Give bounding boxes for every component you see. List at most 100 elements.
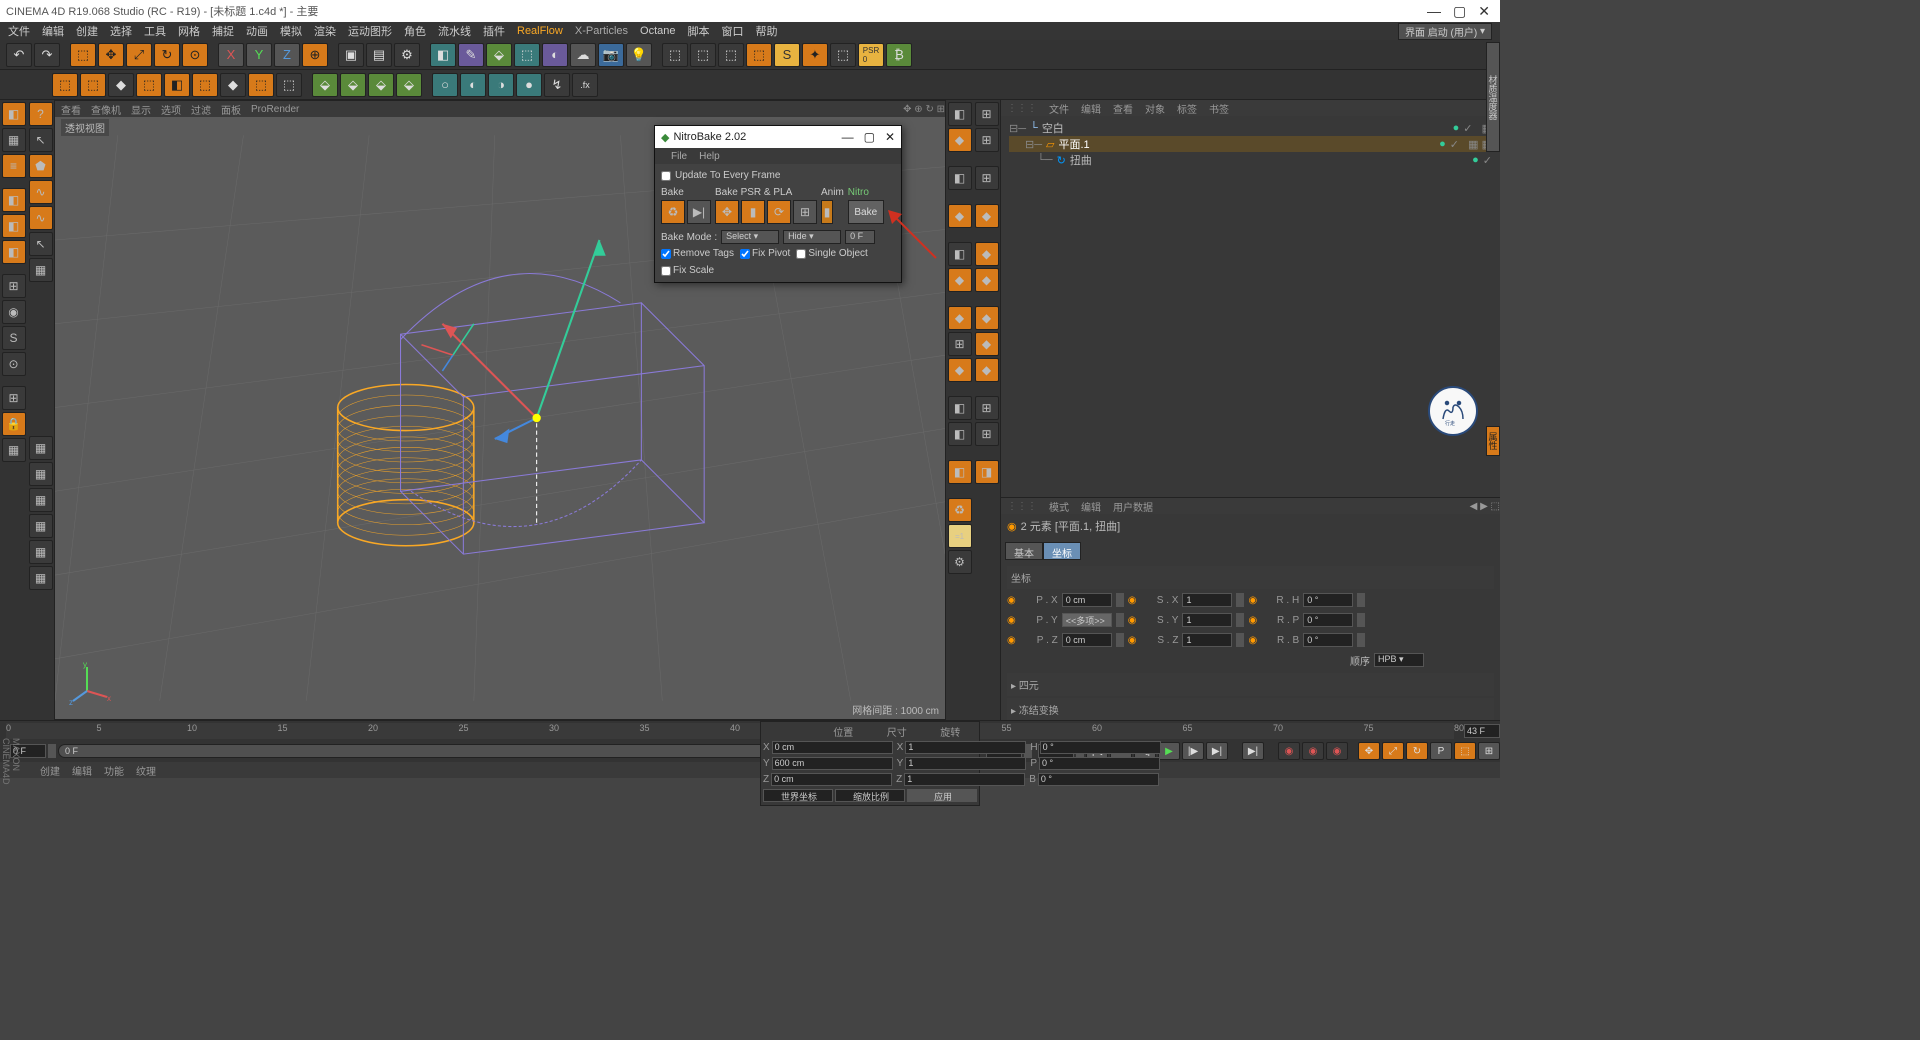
rc1-1[interactable]: ◧ [948, 102, 972, 126]
rc2-6[interactable]: ◆ [975, 268, 999, 292]
plugin-btn-4[interactable]: ⬚ [746, 43, 772, 67]
bake-hide-select[interactable]: Hide ▾ [783, 230, 841, 244]
key-btn-p[interactable]: P [1430, 742, 1452, 760]
key-btn-1[interactable]: ✥ [1358, 742, 1380, 760]
rc1-14[interactable]: =1 [948, 524, 972, 548]
current-frame-input[interactable] [1464, 724, 1500, 738]
lc2-btn-10[interactable]: ▦ [29, 488, 53, 512]
rc1-8[interactable]: ⊞ [948, 332, 972, 356]
lc2-btn-7[interactable]: ▦ [29, 258, 53, 282]
nurbs-button[interactable]: ⬙ [486, 43, 512, 67]
mode-button-12[interactable]: ▦ [2, 438, 26, 462]
menu-mograph[interactable]: 运动图形 [348, 23, 392, 39]
nitrobake-dialog[interactable]: ◆ NitroBake 2.02 — ▢ ✕ File Help Update … [654, 125, 902, 283]
plugin-psr[interactable]: PSR0 [858, 43, 884, 67]
plugin-btn-s[interactable]: S [774, 43, 800, 67]
menu-xparticles[interactable]: X-Particles [575, 25, 628, 37]
rc2-7[interactable]: ◆ [975, 306, 999, 330]
menu-tools[interactable]: 工具 [144, 23, 166, 39]
dialog-titlebar[interactable]: ◆ NitroBake 2.02 — ▢ ✕ [655, 126, 901, 148]
rc1-3[interactable]: ◧ [948, 166, 972, 190]
dlg-minimize-icon[interactable]: — [842, 130, 854, 144]
plugin-btn-3[interactable]: ⬚ [718, 43, 744, 67]
rc2-10[interactable]: ⊞ [975, 396, 999, 420]
menu-render[interactable]: 渲染 [314, 23, 336, 39]
rc1-13[interactable]: ♻ [948, 498, 972, 522]
key-btn-2[interactable]: ⤢ [1382, 742, 1404, 760]
plugin-btn-6[interactable]: ⬚ [830, 43, 856, 67]
key-btn-4[interactable]: ⬚ [1454, 742, 1476, 760]
next-frame-button[interactable]: |▶ [1182, 742, 1204, 760]
tree-item-plane[interactable]: ⊟─▱ 平面.1 ●✓ ▦ ▦ [1009, 136, 1492, 152]
coord-group-2[interactable]: ▸ 冻结变换 [1007, 698, 1494, 720]
tb2-btn-17[interactable]: ● [516, 73, 542, 97]
rc2-1[interactable]: ⊞ [975, 102, 999, 126]
tb2-btn-8[interactable]: ⬚ [248, 73, 274, 97]
key-btn-5[interactable]: ⊞ [1478, 742, 1500, 760]
tb2-btn-2[interactable]: ⬚ [80, 73, 106, 97]
rc1-2[interactable]: ◆ [948, 128, 972, 152]
lc2-btn-5[interactable]: ∿ [29, 206, 53, 230]
plugin-btn-1[interactable]: ⬚ [662, 43, 688, 67]
camera-button[interactable]: 📷 [598, 43, 624, 67]
axis-x-button[interactable]: X [218, 43, 244, 67]
tb2-btn-18[interactable]: ↯ [544, 73, 570, 97]
tb2-btn-16[interactable]: ◑ [488, 73, 514, 97]
redo-button[interactable]: ↷ [34, 43, 60, 67]
fix-pivot-checkbox[interactable]: Fix Pivot [740, 248, 790, 259]
tb2-btn-5[interactable]: ◧ [164, 73, 190, 97]
attr-tab-coord[interactable]: 坐标 [1043, 542, 1081, 560]
menu-mesh[interactable]: 网格 [178, 23, 200, 39]
lc2-btn-6[interactable]: ↖ [29, 232, 53, 256]
menu-script[interactable]: 脚本 [688, 23, 710, 39]
tb2-btn-7[interactable]: ◆ [220, 73, 246, 97]
rc2-8[interactable]: ◆ [975, 332, 999, 356]
tb2-btn-3[interactable]: ◆ [108, 73, 134, 97]
tb2-btn-11[interactable]: ⬙ [340, 73, 366, 97]
tb2-btn-4[interactable]: ⬚ [136, 73, 162, 97]
mode-button-10[interactable]: ⊞ [2, 386, 26, 410]
mode-button-9[interactable]: ⊙ [2, 352, 26, 376]
environment-button[interactable]: ☁ [570, 43, 596, 67]
menu-create[interactable]: 创建 [76, 23, 98, 39]
mode-button-11[interactable]: 🔒 [2, 412, 26, 436]
minimize-icon[interactable]: — [1427, 3, 1441, 20]
remove-tags-checkbox[interactable]: Remove Tags [661, 248, 734, 259]
viewport-nav-icons[interactable]: ✥ ⊕ ↻ ⊞ [903, 104, 945, 115]
rc2-11[interactable]: ⊞ [975, 422, 999, 446]
rc1-7[interactable]: ◆ [948, 306, 972, 330]
psr-icon-2[interactable]: ▮ [741, 200, 765, 224]
menu-snap[interactable]: 捕捉 [212, 23, 234, 39]
mode-button-5[interactable]: ◧ [2, 214, 26, 238]
tb2-btn-fx[interactable]: .fx [572, 73, 598, 97]
scale-tool[interactable]: ⤢ [126, 43, 152, 67]
bake-mode-select[interactable]: Select ▾ [721, 230, 779, 244]
dlg-maximize-icon[interactable]: ▢ [864, 130, 875, 144]
rc2-9[interactable]: ◆ [975, 358, 999, 382]
right-tab-material[interactable]: 材质温度器 [1486, 42, 1500, 152]
mode-button-4[interactable]: ◧ [2, 188, 26, 212]
render-settings-button[interactable]: ⚙ [394, 43, 420, 67]
rc2-3[interactable]: ⊞ [975, 166, 999, 190]
mode-button-2[interactable]: ▦ [2, 128, 26, 152]
menu-select[interactable]: 选择 [110, 23, 132, 39]
lc2-btn-8[interactable]: ▦ [29, 436, 53, 460]
rc1-10[interactable]: ◧ [948, 396, 972, 420]
select-tool[interactable]: ⬚ [70, 43, 96, 67]
tb2-btn-13[interactable]: ⬙ [396, 73, 422, 97]
bake-icon-next[interactable]: ▶| [687, 200, 711, 224]
close-icon[interactable]: ✕ [1478, 3, 1490, 20]
lc2-btn-1[interactable]: ? [29, 102, 53, 126]
tb2-btn-6[interactable]: ⬚ [192, 73, 218, 97]
undo-button[interactable]: ↶ [6, 43, 32, 67]
world-axis-button[interactable]: ⊕ [302, 43, 328, 67]
tree-item-null[interactable]: ⊟─└ 空白 ●✓ ▦ [1009, 120, 1492, 136]
goto-end-button-2[interactable]: ▶| [1242, 742, 1264, 760]
lc2-btn-12[interactable]: ▦ [29, 540, 53, 564]
menu-plugins[interactable]: 插件 [483, 23, 505, 39]
menu-file[interactable]: 文件 [8, 23, 30, 39]
menu-window[interactable]: 窗口 [722, 23, 744, 39]
mode-button-6[interactable]: ◧ [2, 240, 26, 264]
deformer-button[interactable]: ◐ [542, 43, 568, 67]
psr-icon-4[interactable]: ⊞ [793, 200, 817, 224]
